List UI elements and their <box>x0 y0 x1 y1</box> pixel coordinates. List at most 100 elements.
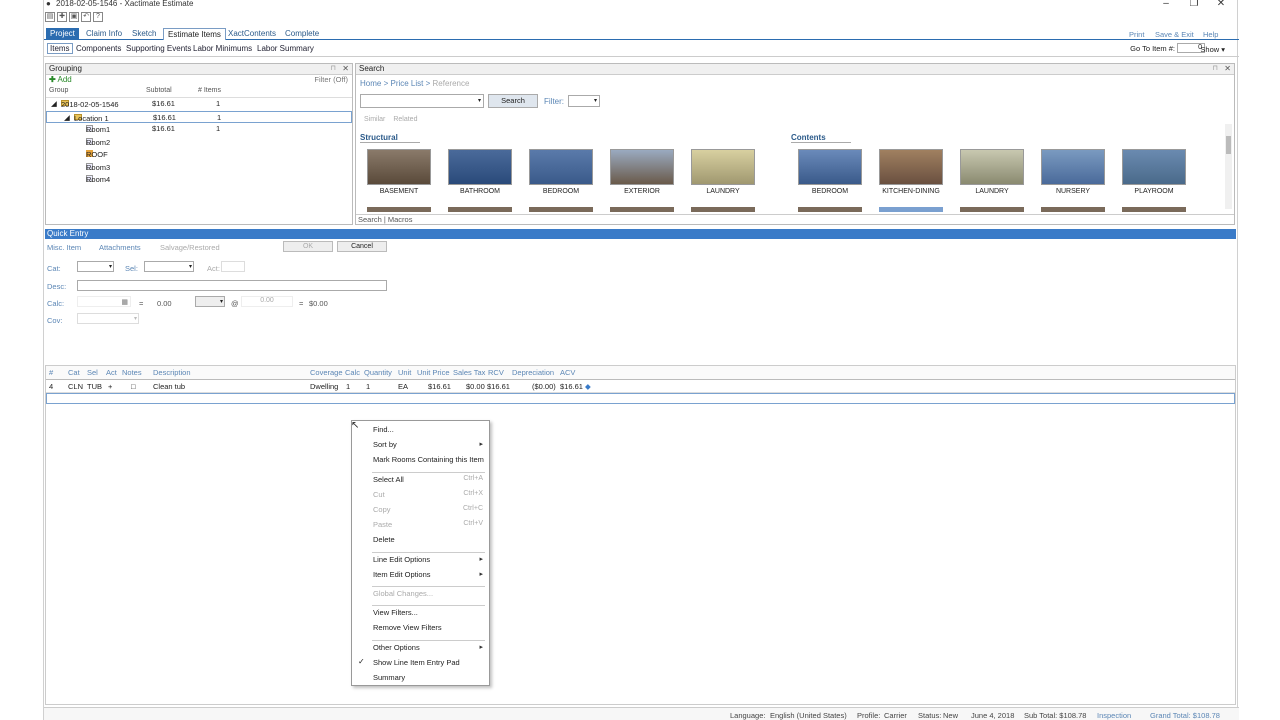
col-coverage[interactable]: Coverage <box>310 368 343 377</box>
menu-item-remove-view-filters[interactable]: Remove View Filters <box>373 623 442 632</box>
col-acv[interactable]: ACV <box>560 368 575 377</box>
tab-salvage-restored[interactable]: Salvage/Restored <box>160 243 220 252</box>
col-number[interactable]: # <box>49 368 53 377</box>
similar-link[interactable]: Similar <box>364 116 385 123</box>
unit-price-input[interactable]: 0.00 <box>241 296 293 307</box>
tab-misc-item[interactable]: Misc. Item <box>47 243 81 252</box>
tab-complete[interactable]: Complete <box>281 28 323 40</box>
desc-input[interactable] <box>77 280 387 291</box>
menu-item-mark-rooms-containing-this-item[interactable]: Mark Rooms Containing this Item <box>373 455 484 464</box>
cancel-button[interactable]: Cancel <box>337 241 387 252</box>
minimize-icon[interactable]: – <box>1159 0 1173 9</box>
col-items[interactable]: # Items <box>198 87 221 94</box>
subtab-components[interactable]: Components <box>76 44 121 53</box>
crumb-home[interactable]: Home <box>360 79 381 88</box>
search-scrollbar[interactable] <box>1225 124 1232 209</box>
unit-select[interactable]: ▾ <box>195 296 225 307</box>
tree-row-location[interactable]: ◢ Location 1 $16.61 1 <box>46 110 352 123</box>
calculator-icon[interactable]: ▦ <box>121 298 128 306</box>
thumb-bedroom[interactable]: BEDROOM <box>526 149 596 195</box>
pin-icon[interactable]: ⊓ <box>1213 64 1218 72</box>
menu-item-show-line-item-entry-pad[interactable]: Show Line Item Entry Pad <box>373 658 460 667</box>
col-unit[interactable]: Unit <box>398 368 411 377</box>
show-button[interactable]: Show ▾ <box>1200 45 1225 54</box>
thumb-contents-bedroom[interactable]: BEDROOM <box>795 149 865 195</box>
calc-input[interactable]: ▦ <box>77 296 131 307</box>
tab-estimate-items[interactable]: Estimate Items <box>163 28 226 40</box>
new-icon[interactable]: ✚ <box>57 12 67 22</box>
menu-item-line-edit-options[interactable]: Line Edit Options <box>373 555 430 564</box>
crumb-reference[interactable]: Reference <box>433 79 470 88</box>
menu-item-other-options[interactable]: Other Options <box>373 643 420 652</box>
menu-item-summary[interactable]: Summary <box>373 673 405 682</box>
menu-item-copy[interactable]: Copy <box>373 505 391 514</box>
col-cat[interactable]: Cat <box>68 368 80 377</box>
tree-row-room2[interactable]: Room2 <box>46 136 352 149</box>
subtab-supporting-events[interactable]: Supporting Events <box>126 44 191 53</box>
tab-xactcontents[interactable]: XactContents <box>224 28 280 40</box>
open-icon[interactable]: ▤ <box>45 12 55 22</box>
menu-item-delete[interactable]: Delete <box>373 535 395 544</box>
tab-project[interactable]: Project <box>46 28 79 40</box>
tab-sketch[interactable]: Sketch <box>128 28 160 40</box>
menu-item-find[interactable]: Find... <box>373 425 394 434</box>
col-quantity[interactable]: Quantity <box>364 368 392 377</box>
menu-item-select-all[interactable]: Select All <box>373 475 404 484</box>
thumb-exterior[interactable]: EXTERIOR <box>607 149 677 195</box>
table-row[interactable]: 4 CLN TUB + □ Clean tub Dwelling 1 1 EA … <box>46 380 1235 393</box>
close-icon[interactable]: ✕ <box>342 64 349 73</box>
menu-item-view-filters[interactable]: View Filters... <box>373 608 418 617</box>
thumb-bathroom[interactable]: BATHROOM <box>445 149 515 195</box>
tab-macros[interactable]: Macros <box>388 215 413 224</box>
cov-select[interactable]: ▾ <box>77 313 139 324</box>
collapse-icon[interactable]: ◢ <box>64 113 70 122</box>
new-row[interactable] <box>46 393 1235 404</box>
filter-select[interactable]: ▾ <box>568 95 600 107</box>
thumb-playroom[interactable]: PLAYROOM <box>1119 149 1189 195</box>
dropdown-icon[interactable]: ▾ <box>478 97 481 104</box>
menu-item-sort-by[interactable]: Sort by <box>373 440 397 449</box>
notes-icon[interactable]: □ <box>131 382 136 391</box>
crumb-price-list[interactable]: Price List <box>390 79 423 88</box>
thumb-laundry[interactable]: LAUNDRY <box>688 149 758 195</box>
thumb-basement[interactable]: BASEMENT <box>364 149 434 195</box>
act-select[interactable] <box>221 261 245 272</box>
ok-button[interactable]: OK <box>283 241 333 252</box>
tab-search[interactable]: Search <box>358 215 382 224</box>
related-link[interactable]: Related <box>393 116 417 123</box>
help-link[interactable]: Help <box>1203 30 1218 39</box>
inspection-link[interactable]: Inspection <box>1097 711 1131 720</box>
thumb-nursery[interactable]: NURSERY <box>1038 149 1108 195</box>
tree-row-room3[interactable]: Room3 <box>46 161 352 174</box>
col-notes[interactable]: Notes <box>122 368 142 377</box>
tree-row-room4[interactable]: Room4 <box>46 173 352 186</box>
save-icon[interactable]: ▣ <box>69 12 79 22</box>
subtab-items[interactable]: Items <box>47 43 73 54</box>
col-group[interactable]: Group <box>49 87 68 94</box>
col-sales-tax[interactable]: Sales Tax <box>453 368 485 377</box>
col-rcv[interactable]: RCV <box>488 368 504 377</box>
restore-icon[interactable]: ❐ <box>1187 0 1201 9</box>
col-subtotal[interactable]: Subtotal <box>146 87 172 94</box>
tree-row-roof[interactable]: ROOF <box>46 148 352 161</box>
subtab-labor-summary[interactable]: Labor Summary <box>257 44 314 53</box>
info-icon[interactable]: ◆ <box>585 382 591 391</box>
menu-item-cut[interactable]: Cut <box>373 490 385 499</box>
tab-claim-info[interactable]: Claim Info <box>82 28 126 40</box>
search-button[interactable]: Search <box>488 94 538 108</box>
tree-row-estimate[interactable]: ◢ 2018-02-05-1546 $16.61 1 <box>46 98 352 111</box>
col-calc[interactable]: Calc <box>345 368 360 377</box>
subtab-labor-minimums[interactable]: Labor Minimums <box>193 44 252 53</box>
save-exit-link[interactable]: Save & Exit <box>1155 30 1194 39</box>
menu-item-item-edit-options[interactable]: Item Edit Options <box>373 570 431 579</box>
add-button[interactable]: ✚ Add <box>49 75 72 84</box>
tab-attachments[interactable]: Attachments <box>99 243 141 252</box>
collapse-icon[interactable]: ◢ <box>51 99 57 108</box>
sel-select[interactable]: ▾ <box>144 261 194 272</box>
pin-icon[interactable]: ⊓ <box>331 64 336 72</box>
col-unit-price[interactable]: Unit Price <box>417 368 450 377</box>
filter-toggle[interactable]: Filter (Off) <box>314 75 348 84</box>
col-description[interactable]: Description <box>153 368 191 377</box>
menu-item-global-changes[interactable]: Global Changes... <box>373 589 433 598</box>
menu-item-paste[interactable]: Paste <box>373 520 392 529</box>
